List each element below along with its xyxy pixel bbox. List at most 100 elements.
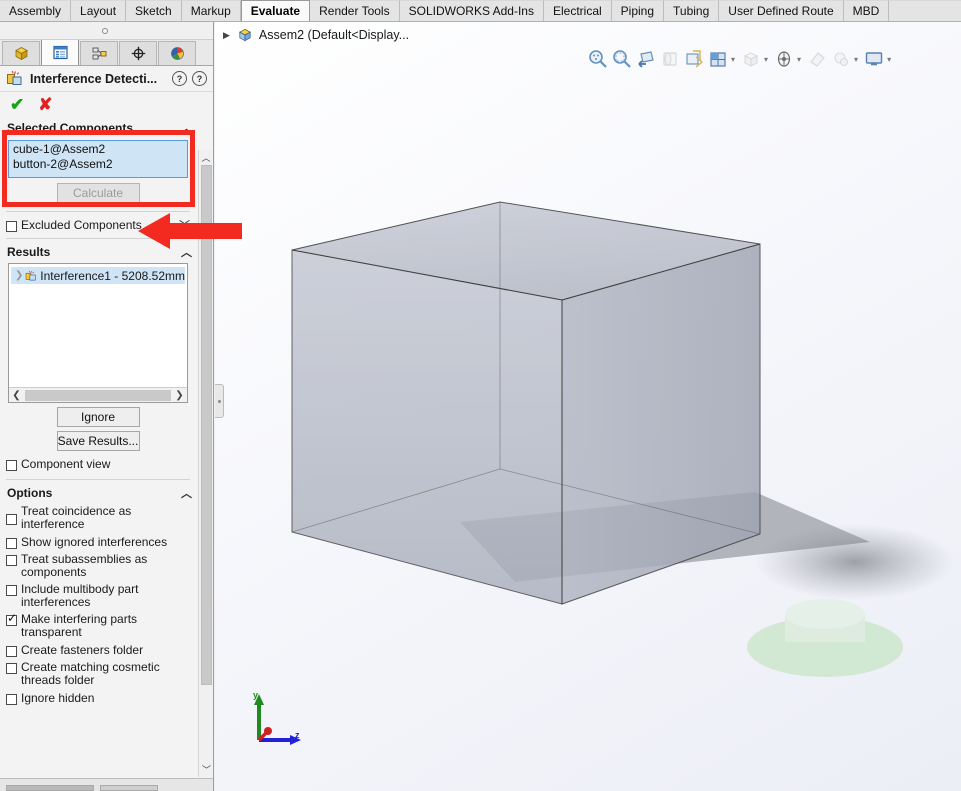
interference-result-label: Interference1 - 5208.52mm [40, 268, 185, 283]
divider [6, 479, 190, 480]
ribbon-tab-evaluate[interactable]: Evaluate [240, 0, 311, 21]
scrollbar-thumb[interactable] [25, 389, 171, 401]
excluded-components-label: Excluded Components [21, 217, 142, 232]
help-icon[interactable]: ? [192, 71, 207, 86]
panel-pin-row [0, 22, 213, 40]
display-manager-tab[interactable] [158, 41, 196, 65]
option-row[interactable]: Treat subassemblies as components [0, 551, 196, 581]
component-view-checkbox[interactable] [6, 459, 17, 471]
svg-text:z: z [295, 730, 300, 740]
ribbon-tab-tubing[interactable]: Tubing [664, 0, 720, 21]
option-label: Create fasteners folder [21, 642, 144, 657]
option-checkbox-create-cosmetic-threads-folder[interactable] [6, 663, 17, 674]
property-manager-title-row: Interference Detecti... ? ? [0, 66, 213, 92]
selected-components-label: Selected Components [7, 121, 134, 135]
ok-cancel-bar: ✔ ✘ [0, 92, 213, 116]
ribbon-tab-render-tools[interactable]: Render Tools [310, 0, 400, 21]
results-listbox[interactable]: ❯ Interference1 - 5208.52mm ❮ ❯ [8, 263, 188, 403]
panel-bottom-tab-strip [0, 778, 213, 791]
ribbon-tab-bar: Assembly Layout Sketch Markup Evaluate R… [0, 0, 961, 22]
option-checkbox-ignore-hidden[interactable] [6, 693, 17, 705]
selected-components-header[interactable]: Selected Components ︿ [0, 118, 196, 138]
ribbon-tab-user-defined-route[interactable]: User Defined Route [719, 0, 844, 21]
option-label: Treat coincidence as interference [21, 504, 132, 531]
ribbon-tab-electrical[interactable]: Electrical [543, 0, 612, 21]
annotation-arrow [138, 213, 242, 249]
interference-result-row[interactable]: ❯ Interference1 - 5208.52mm [11, 267, 185, 284]
results-horizontal-scrollbar[interactable]: ❮ ❯ [9, 387, 187, 402]
property-list-icon [52, 45, 68, 60]
dimxpert-manager-tab[interactable] [119, 41, 157, 65]
interference-detection-icon [7, 70, 22, 85]
option-checkbox-treat-subassemblies[interactable] [6, 555, 17, 566]
yellow-cube-icon [14, 47, 28, 61]
calculate-button[interactable]: Calculate [56, 182, 140, 204]
cancel-button[interactable]: ✘ [38, 96, 52, 113]
selected-components-listbox[interactable]: cube-1@Assem2 button-2@Assem2 [8, 140, 188, 178]
scroll-down-icon[interactable]: ﹀ [199, 762, 213, 777]
option-row[interactable]: Treat coincidence as interference [0, 503, 196, 533]
option-row[interactable]: Create fasteners folder [0, 641, 196, 659]
list-item[interactable]: button-2@Assem2 [13, 157, 183, 172]
option-checkbox-show-ignored[interactable] [6, 537, 17, 549]
configuration-icon [92, 47, 106, 60]
bottom-tab-active[interactable] [6, 785, 94, 791]
graphics-viewport[interactable]: ▶ Assem2 (Default<Display... ▾ ▾ ▾ ▾ ▾ y… [215, 22, 961, 791]
ribbon-tab-markup[interactable]: Markup [181, 0, 241, 21]
options-label: Options [7, 486, 53, 500]
list-item[interactable]: cube-1@Assem2 [13, 142, 183, 157]
property-manager-panel: Interference Detecti... ? ? ✔ ✘ Selected… [0, 22, 214, 791]
option-label: Include multibody part interferences [21, 582, 139, 609]
feature-manager-design-tree-tab[interactable] [2, 41, 40, 65]
configuration-manager-tab[interactable] [80, 41, 118, 65]
manager-tab-bar [0, 39, 213, 66]
chevron-up-icon[interactable]: ︿ [181, 485, 192, 501]
coordinate-triad: y z [245, 690, 303, 746]
crosshair-target-icon [131, 46, 145, 61]
option-row[interactable]: Make interfering parts transparent [0, 611, 196, 641]
scroll-right-icon[interactable]: ❯ [172, 390, 187, 401]
option-row[interactable]: Include multibody part interferences [0, 581, 196, 611]
expand-arrow-icon[interactable]: ❯ [15, 270, 25, 281]
ribbon-tab-assembly[interactable]: Assembly [0, 0, 72, 21]
option-label: Treat subassemblies as components [21, 552, 148, 579]
button-reflection [747, 599, 903, 677]
bottom-tab-secondary[interactable] [100, 785, 158, 791]
option-row[interactable]: Ignore hidden [0, 689, 196, 707]
ribbon-tab-sketch[interactable]: Sketch [126, 0, 182, 21]
ignore-button[interactable]: Ignore [56, 407, 140, 427]
component-view-row[interactable]: Component view [0, 455, 196, 473]
svg-text:y: y [253, 690, 258, 700]
excluded-components-checkbox[interactable] [6, 220, 17, 232]
ribbon-filler [889, 0, 961, 21]
page-title: Interference Detecti... [30, 71, 158, 86]
chevron-up-icon[interactable]: ︿ [181, 120, 192, 136]
whats-new-help-icon[interactable]: ? [172, 71, 187, 86]
option-checkbox-treat-coincidence[interactable] [6, 513, 17, 525]
scroll-up-icon[interactable]: ︿ [199, 150, 213, 165]
option-row[interactable]: Create matching cosmetic threads folder [0, 659, 196, 689]
save-results-button[interactable]: Save Results... [56, 431, 140, 451]
ribbon-tab-solidworks-add-ins[interactable]: SOLIDWORKS Add-Ins [399, 0, 544, 21]
option-label: Show ignored interferences [21, 534, 168, 549]
button-shadow [755, 524, 955, 600]
property-manager-tab[interactable] [41, 39, 79, 65]
ok-button[interactable]: ✔ [10, 96, 24, 113]
option-row[interactable]: Show ignored interferences [0, 533, 196, 551]
color-sphere-icon [170, 47, 184, 60]
option-checkbox-make-transparent[interactable] [6, 612, 17, 626]
ribbon-tab-mbd[interactable]: MBD [843, 0, 890, 21]
interference-result-icon [25, 270, 36, 280]
option-checkbox-create-fasteners-folder[interactable] [6, 645, 17, 657]
scroll-left-icon[interactable]: ❮ [9, 390, 24, 401]
calculate-row: Calculate [0, 178, 196, 208]
ribbon-tab-layout[interactable]: Layout [71, 0, 127, 21]
panel-collapse-handle[interactable] [215, 384, 224, 418]
results-label: Results [7, 245, 51, 259]
ribbon-tab-piping[interactable]: Piping [611, 0, 665, 21]
options-header[interactable]: Options ︿ [0, 483, 196, 503]
option-checkbox-include-multibody[interactable] [6, 585, 17, 596]
cube-component[interactable] [291, 201, 761, 605]
auto-show-pin-icon[interactable] [102, 28, 108, 34]
assembly-model-graphic[interactable] [215, 22, 961, 791]
